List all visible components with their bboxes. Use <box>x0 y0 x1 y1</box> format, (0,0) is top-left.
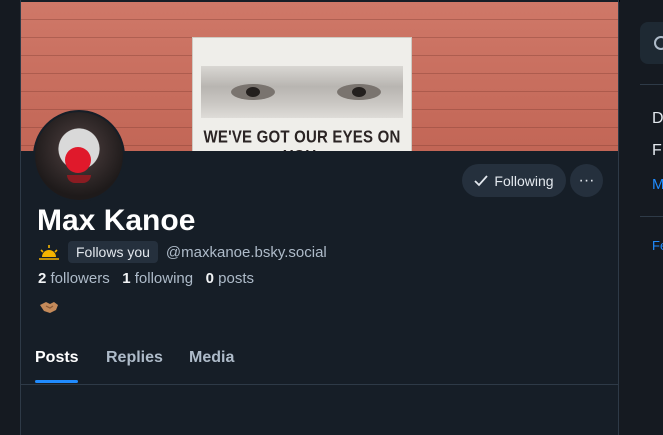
profile-column: WE'VE GOT OUR EYES ON YOU. Following ···… <box>20 0 619 435</box>
sidebar-divider-2 <box>640 216 663 217</box>
sidebar-footer-link[interactable]: Fe <box>652 238 663 253</box>
display-name: Max Kanoe <box>37 204 196 237</box>
check-icon <box>474 174 489 186</box>
right-sidebar: D F M Fe <box>620 0 663 435</box>
following-stat[interactable]: 1 following <box>122 270 193 287</box>
active-tab-indicator <box>35 380 78 383</box>
profile-tabs: Posts Replies Media <box>21 338 618 385</box>
search-input[interactable] <box>640 22 663 64</box>
follows-you-badge: Follows you <box>68 241 158 263</box>
banner-eyes-photo <box>201 66 403 118</box>
profile-stats: 2 followers 1 following 0 posts <box>38 270 254 287</box>
following-button-label: Following <box>494 172 554 189</box>
sidebar-item-2[interactable]: F <box>652 142 662 160</box>
handshake-emoji-icon <box>40 302 58 313</box>
search-icon <box>654 36 663 50</box>
banner-sign-text: WE'VE GOT OUR EYES ON YOU. <box>203 127 401 151</box>
followers-stat[interactable]: 2 followers <box>38 270 110 287</box>
tab-replies[interactable]: Replies <box>106 349 163 367</box>
sidebar-more-link[interactable]: M <box>652 176 663 193</box>
sidebar-item-1[interactable]: D <box>652 110 663 128</box>
profile-handle: @maxkanoe.bsky.social <box>165 243 327 261</box>
profile-meta-row: Follows you @maxkanoe.bsky.social <box>38 241 327 263</box>
sunrise-icon <box>39 245 59 260</box>
tab-posts[interactable]: Posts <box>35 349 79 367</box>
posts-stat: 0 posts <box>205 270 254 287</box>
banner-sign: WE'VE GOT OUR EYES ON YOU. <box>193 38 411 151</box>
clown-nose <box>65 147 91 173</box>
left-gutter <box>0 0 20 435</box>
tab-media[interactable]: Media <box>189 349 234 367</box>
right-eye <box>337 84 381 100</box>
more-options-button[interactable]: ··· <box>570 164 603 197</box>
ellipsis-icon: ··· <box>578 171 595 189</box>
left-eye <box>231 84 275 100</box>
following-button[interactable]: Following <box>462 164 566 197</box>
avatar[interactable] <box>33 110 125 202</box>
sidebar-divider <box>640 84 663 85</box>
